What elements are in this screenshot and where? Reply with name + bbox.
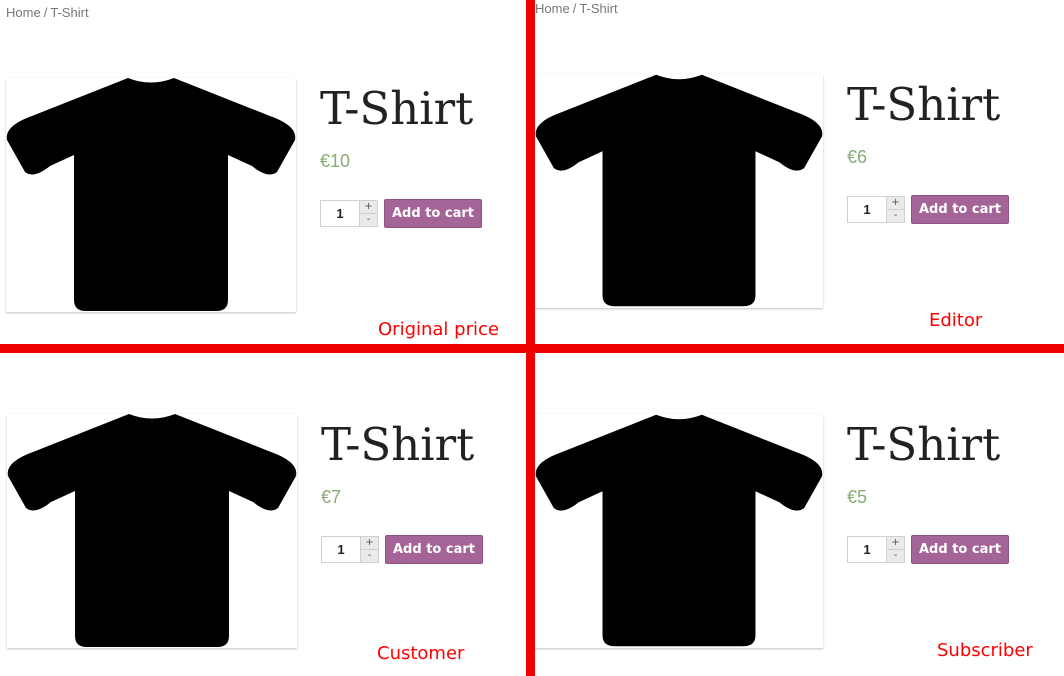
product-title: T-Shirt	[847, 418, 1001, 471]
quantity-increase-button[interactable]: +	[360, 201, 377, 213]
breadcrumb: Home / T-Shirt	[6, 5, 89, 20]
product-price: €7	[321, 487, 342, 507]
product-title: T-Shirt	[847, 78, 1001, 131]
product-image[interactable]	[535, 74, 823, 308]
quantity-increase-button[interactable]: +	[887, 197, 904, 209]
horizontal-divider	[0, 344, 1064, 353]
product-title: T-Shirt	[320, 82, 474, 135]
panel-caption: Editor	[929, 310, 983, 331]
quantity-increase-button[interactable]: +	[887, 537, 904, 549]
quantity-input[interactable]: 1	[847, 536, 886, 563]
panel-caption: Original price	[378, 319, 499, 340]
tshirt-icon	[7, 414, 297, 647]
breadcrumb-home-link[interactable]: Home	[6, 5, 41, 20]
add-to-cart-button[interactable]: Add to cart	[385, 535, 483, 564]
quantity-input[interactable]: 1	[320, 200, 359, 227]
quantity-decrease-button[interactable]: -	[361, 549, 378, 562]
product-price: €10	[320, 151, 351, 171]
tshirt-icon	[6, 78, 296, 311]
quantity-steppers: + -	[886, 536, 905, 563]
vertical-divider	[526, 0, 535, 676]
breadcrumb-separator: /	[43, 5, 48, 20]
quantity-steppers: + -	[360, 536, 379, 563]
product-price: €5	[847, 487, 868, 507]
product-price: €6	[847, 147, 868, 167]
breadcrumb: Home / T-Shirt	[535, 1, 618, 16]
tshirt-icon	[535, 74, 823, 307]
add-to-cart-button[interactable]: Add to cart	[911, 535, 1009, 564]
breadcrumb-home-link[interactable]: Home	[535, 1, 570, 16]
product-image[interactable]	[7, 414, 297, 648]
quantity-decrease-button[interactable]: -	[360, 213, 377, 226]
product-image[interactable]	[535, 414, 823, 648]
quantity-input[interactable]: 1	[847, 196, 886, 223]
tshirt-icon	[535, 414, 823, 647]
breadcrumb-current: T-Shirt	[50, 5, 89, 20]
product-title: T-Shirt	[321, 418, 475, 471]
panel-subscriber: T-Shirt €5 1 + - Add to cart Subscriber	[535, 353, 1064, 676]
panel-customer: T-Shirt €7 1 + - Add to cart Customer	[0, 353, 526, 676]
add-to-cart-button[interactable]: Add to cart	[911, 195, 1009, 224]
quantity-decrease-button[interactable]: -	[887, 549, 904, 562]
comparison-canvas: Home / T-Shirt T-Shirt €10 1 + - Add to ca…	[0, 0, 1064, 676]
quantity-stepper[interactable]: 1 + -	[847, 536, 905, 563]
quantity-input[interactable]: 1	[321, 536, 360, 563]
panel-caption: Subscriber	[937, 640, 1033, 661]
breadcrumb-separator: /	[572, 1, 577, 16]
panel-caption: Customer	[377, 643, 465, 664]
quantity-stepper[interactable]: 1 + -	[320, 200, 378, 227]
add-to-cart-button[interactable]: Add to cart	[384, 199, 482, 228]
panel-editor: Home / T-Shirt T-Shirt €6 1 + - Add to car…	[535, 0, 1064, 344]
quantity-stepper[interactable]: 1 + -	[847, 196, 905, 223]
quantity-stepper[interactable]: 1 + -	[321, 536, 379, 563]
quantity-steppers: + -	[359, 200, 378, 227]
panel-original-price: Home / T-Shirt T-Shirt €10 1 + - Add to ca…	[0, 0, 526, 344]
breadcrumb-current: T-Shirt	[579, 1, 618, 16]
quantity-steppers: + -	[886, 196, 905, 223]
quantity-increase-button[interactable]: +	[361, 537, 378, 549]
product-image[interactable]	[6, 78, 296, 312]
quantity-decrease-button[interactable]: -	[887, 209, 904, 222]
